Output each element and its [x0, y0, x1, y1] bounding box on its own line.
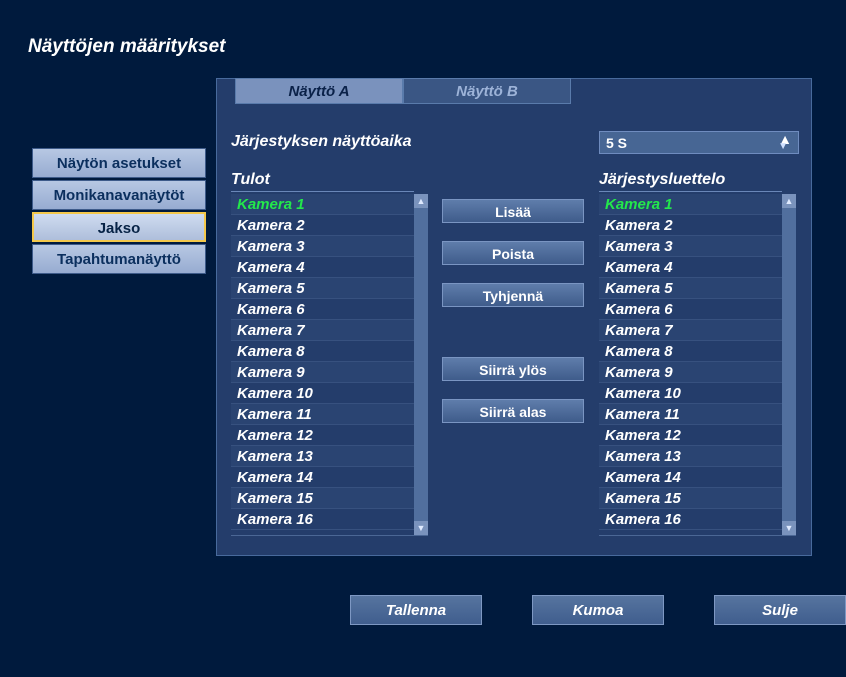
list-item[interactable]: Kamera 10: [599, 383, 782, 404]
sequence-list[interactable]: Kamera 1Kamera 2Kamera 3Kamera 4Kamera 5…: [599, 194, 782, 535]
page-title: Näyttöjen määritykset: [28, 36, 225, 58]
list-item[interactable]: Kamera 2: [599, 215, 782, 236]
tab-display-a[interactable]: Näyttö A: [235, 78, 403, 104]
undo-button[interactable]: Kumoa: [532, 595, 664, 625]
sequence-time-label: Järjestyksen näyttöaika: [231, 133, 412, 151]
inputs-column-title: Tulot: [231, 171, 270, 189]
list-item[interactable]: Kamera 7: [231, 320, 414, 341]
sequence-listbox: Kamera 1Kamera 2Kamera 3Kamera 4Kamera 5…: [599, 194, 796, 536]
list-item[interactable]: Kamera 13: [231, 446, 414, 467]
list-item[interactable]: Kamera 11: [599, 404, 782, 425]
footer-buttons: Tallenna Kumoa Sulje: [350, 595, 846, 625]
sequence-time-value: 5 S: [606, 135, 627, 151]
side-item-multichannel[interactable]: Monikanavanäytöt: [32, 180, 206, 210]
list-item[interactable]: Kamera 15: [599, 488, 782, 509]
list-item[interactable]: Kamera 1: [231, 194, 414, 215]
inputs-listbox: Kamera 1Kamera 2Kamera 3Kamera 4Kamera 5…: [231, 194, 428, 536]
side-nav: Näytön asetukset Monikanavanäytöt Jakso …: [32, 148, 206, 276]
side-item-sequence[interactable]: Jakso: [32, 212, 206, 242]
list-item[interactable]: Kamera 12: [231, 425, 414, 446]
list-item[interactable]: Kamera 10: [231, 383, 414, 404]
list-item[interactable]: Kamera 1: [599, 194, 782, 215]
list-item[interactable]: Kamera 9: [231, 362, 414, 383]
inputs-list[interactable]: Kamera 1Kamera 2Kamera 3Kamera 4Kamera 5…: [231, 194, 414, 535]
list-item[interactable]: Kamera 5: [231, 278, 414, 299]
settings-panel: Näyttö A Näyttö B Järjestyksen näyttöaik…: [216, 78, 812, 556]
spinner-icon: ▲▼: [778, 136, 792, 150]
divider: [599, 191, 782, 192]
list-item[interactable]: Kamera 3: [231, 236, 414, 257]
divider: [231, 191, 414, 192]
remove-button[interactable]: Poista: [442, 241, 584, 265]
save-button[interactable]: Tallenna: [350, 595, 482, 625]
scroll-down-icon[interactable]: ▼: [414, 521, 428, 535]
tabs: Näyttö A Näyttö B: [235, 78, 571, 104]
middle-button-group: Lisää Poista Tyhjennä Siirrä ylös Siirrä…: [442, 199, 584, 441]
list-item[interactable]: Kamera 16: [599, 509, 782, 530]
clear-button[interactable]: Tyhjennä: [442, 283, 584, 307]
list-item[interactable]: Kamera 4: [231, 257, 414, 278]
scroll-up-icon[interactable]: ▲: [414, 194, 428, 208]
scroll-up-icon[interactable]: ▲: [782, 194, 796, 208]
move-up-button[interactable]: Siirrä ylös: [442, 357, 584, 381]
scrollbar[interactable]: ▲ ▼: [414, 194, 428, 535]
list-item[interactable]: Kamera 14: [599, 467, 782, 488]
list-item[interactable]: Kamera 2: [231, 215, 414, 236]
side-item-event-display[interactable]: Tapahtumanäyttö: [32, 244, 206, 274]
list-item[interactable]: Kamera 16: [231, 509, 414, 530]
list-item[interactable]: Kamera 15: [231, 488, 414, 509]
list-item[interactable]: Kamera 12: [599, 425, 782, 446]
close-button[interactable]: Sulje: [714, 595, 846, 625]
side-item-display-settings[interactable]: Näytön asetukset: [32, 148, 206, 178]
scrollbar[interactable]: ▲ ▼: [782, 194, 796, 535]
list-item[interactable]: Kamera 8: [599, 341, 782, 362]
list-item[interactable]: Kamera 6: [231, 299, 414, 320]
sequence-column-title: Järjestysluettelo: [599, 171, 725, 189]
list-item[interactable]: Kamera 4: [599, 257, 782, 278]
scroll-down-icon[interactable]: ▼: [782, 521, 796, 535]
list-item[interactable]: Kamera 6: [599, 299, 782, 320]
list-item[interactable]: Kamera 3: [599, 236, 782, 257]
list-item[interactable]: Kamera 8: [231, 341, 414, 362]
list-item[interactable]: Kamera 14: [231, 467, 414, 488]
tab-display-b[interactable]: Näyttö B: [403, 78, 571, 104]
list-item[interactable]: Kamera 5: [599, 278, 782, 299]
list-item[interactable]: Kamera 11: [231, 404, 414, 425]
sequence-time-select[interactable]: 5 S ▲▼: [599, 131, 799, 154]
add-button[interactable]: Lisää: [442, 199, 584, 223]
move-down-button[interactable]: Siirrä alas: [442, 399, 584, 423]
list-item[interactable]: Kamera 7: [599, 320, 782, 341]
list-item[interactable]: Kamera 13: [599, 446, 782, 467]
list-item[interactable]: Kamera 9: [599, 362, 782, 383]
